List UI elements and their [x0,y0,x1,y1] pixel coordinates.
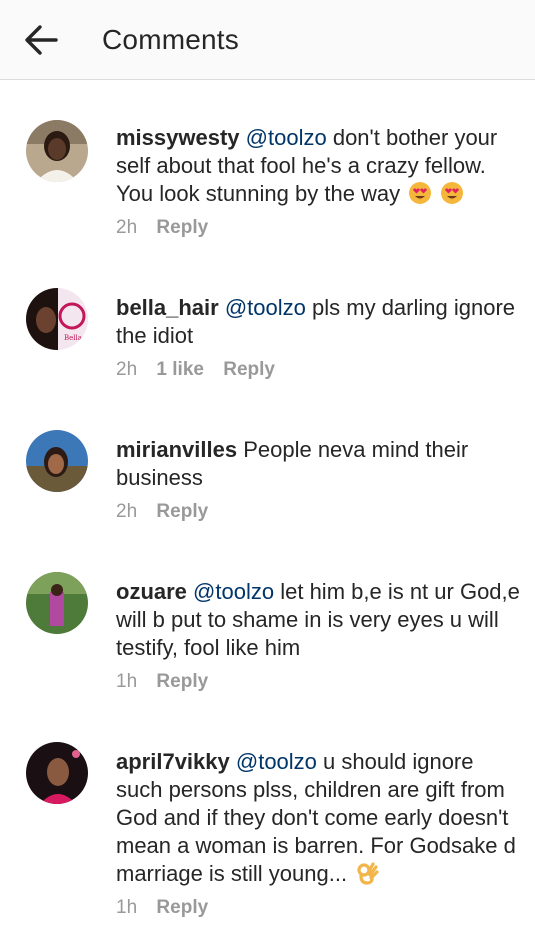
comment-mention[interactable]: @toolzo [225,295,306,320]
comment-text: mirianvilles People neva mind their busi… [116,436,521,492]
reply-button[interactable]: Reply [156,671,208,692]
avatar[interactable] [26,572,88,634]
comment-username[interactable]: april7vikky [116,749,230,774]
avatar[interactable]: Bella [26,288,88,350]
comment-text: bella_hair @toolzo pls my darling ignore… [116,294,521,350]
comment-time: 1h [116,897,138,918]
comment-time: 1h [116,671,138,692]
comment-meta: 1h Reply [116,896,222,920]
comment-time: 2h [116,217,138,238]
comment-meta: 2h Reply [116,216,222,240]
comment-text: ozuare @toolzo let him b,e is nt ur God,… [116,578,521,662]
comment-username[interactable]: ozuare [116,579,187,604]
avatar[interactable] [26,120,88,182]
arrow-left-icon [25,25,58,55]
back-button[interactable] [22,22,60,58]
avatar[interactable] [26,742,88,804]
comment-mention[interactable]: @toolzo [193,579,274,604]
ok-hand-emoji [357,862,379,885]
comment-text: april7vikky @toolzo u should ignore such… [116,748,521,888]
heart-eyes-emoji [441,182,464,204]
comment-time: 2h [116,359,138,380]
reply-button[interactable]: Reply [156,217,208,238]
likes-count[interactable]: 1 like [156,359,204,380]
comment-username[interactable]: mirianvilles [116,437,237,462]
comment-meta: 2h Reply [116,500,222,524]
comment-username[interactable]: missywesty [116,125,240,150]
comment-text: missywesty @toolzo don't bother your sel… [116,124,521,208]
page-title: Comments [102,24,239,55]
avatar[interactable] [26,430,88,492]
reply-button[interactable]: Reply [223,359,275,380]
reply-button[interactable]: Reply [156,897,208,918]
comment-mention[interactable]: @toolzo [246,125,327,150]
top-bar: Comments [0,0,535,80]
comment-mention[interactable]: @toolzo [236,749,317,774]
comment-meta: 1h Reply [116,670,222,694]
svg-text:Bella: Bella [64,334,82,342]
comment-time: 2h [116,501,138,522]
heart-eyes-emoji [409,182,432,204]
comment-username[interactable]: bella_hair [116,295,219,320]
reply-button[interactable]: Reply [156,501,208,522]
comment-meta: 2h 1 like Reply [116,358,289,382]
